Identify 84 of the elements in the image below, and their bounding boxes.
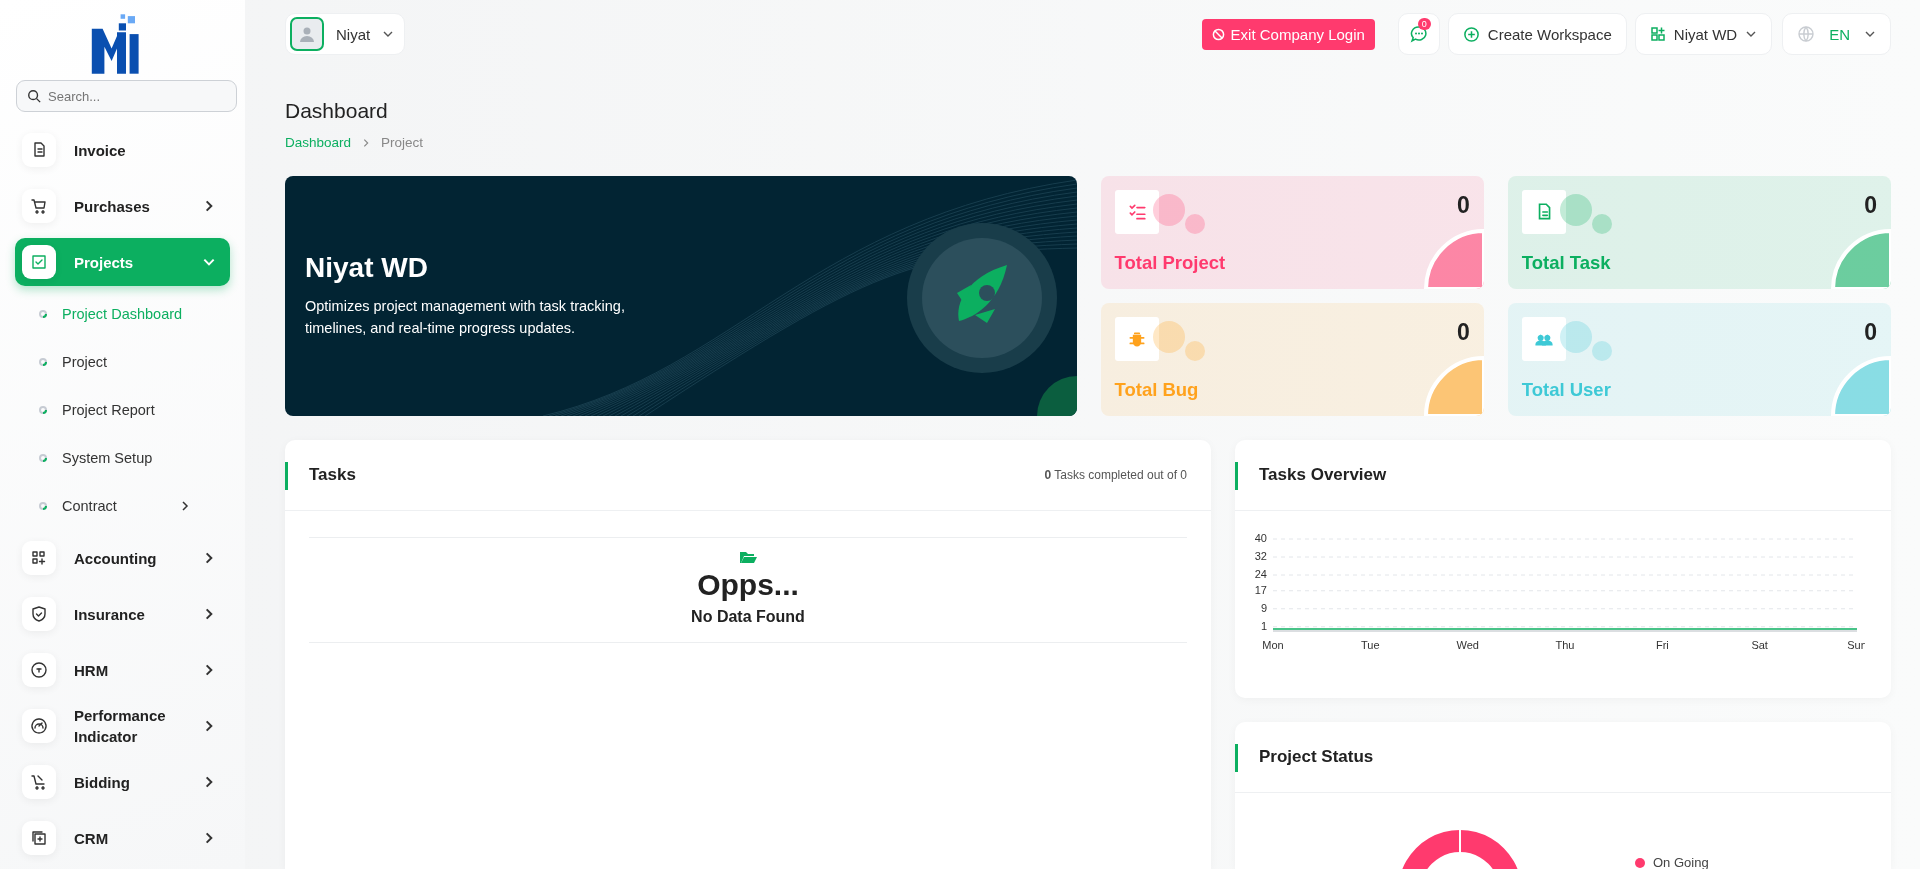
submenu-item[interactable]: System Setup: [0, 434, 245, 482]
stat-label: Total Task: [1521, 252, 1612, 274]
corner-shape: [1831, 356, 1891, 416]
stat-value: 0: [1864, 319, 1877, 346]
menu-item[interactable]: HRM: [15, 646, 230, 694]
count-badge: 0: [1417, 18, 1431, 30]
globe-icon: [1797, 25, 1816, 43]
axis-label: Thu: [1555, 639, 1575, 651]
stat-icon: [1521, 190, 1566, 234]
menu-item[interactable]: Insurance: [15, 590, 230, 638]
menu-icon: [22, 597, 56, 631]
menu-icon: [22, 245, 56, 279]
banner-description: Optimizes project management with task tracking, timelines, and real-time progress updates.: [305, 297, 626, 338]
axis-label: Sat: [1751, 639, 1768, 651]
empty-message: No Data Found: [691, 608, 805, 626]
stat-value: 0: [1864, 192, 1877, 219]
page-title: Dashboard: [285, 99, 389, 123]
stat-icon: [1521, 317, 1566, 361]
bullet-icon: [39, 358, 47, 366]
ban-icon: [1211, 27, 1225, 41]
card-title: Project Status: [1259, 747, 1374, 767]
bullet-icon: [39, 310, 47, 318]
stat-icon: [1114, 317, 1159, 361]
menu-icon: [22, 709, 56, 743]
bullet-icon: [39, 406, 47, 414]
stat-icon: [1114, 190, 1159, 234]
workspace-dropdown[interactable]: Niyat WD: [1634, 13, 1773, 55]
menu-item[interactable]: Invoice: [15, 126, 230, 174]
submenu-item[interactable]: Project: [0, 338, 245, 386]
stat-value: 0: [1456, 192, 1470, 219]
card-title: Tasks Overview: [1259, 465, 1387, 485]
legend-label: On Going: [1653, 855, 1709, 869]
axis-label: Fri: [1655, 639, 1669, 651]
create-workspace-button[interactable]: Create Workspace: [1447, 13, 1627, 55]
stat-label: Total User: [1521, 379, 1612, 401]
chat-icon: [1409, 25, 1428, 43]
bubble-decoration-drawing: [1152, 321, 1205, 361]
axis-label: 17: [1254, 583, 1267, 596]
axis-label: 9: [1260, 601, 1267, 614]
bullet-icon: [39, 454, 47, 462]
empty-title: Opps...: [697, 568, 799, 602]
menu-item[interactable]: Accounting: [15, 534, 230, 582]
stat-value: 0: [1456, 319, 1470, 346]
rocket-icon: [906, 223, 1057, 373]
bubble-decoration-drawing: [1152, 194, 1205, 234]
user-menu[interactable]: Niyat: [285, 13, 406, 55]
corner-shape: [1423, 356, 1484, 416]
banner-title: Niyat WD: [305, 252, 429, 285]
corner-shape: [1831, 229, 1891, 289]
bubble-decoration-drawing: [1559, 321, 1612, 361]
folder-icon: [739, 550, 757, 564]
submenu-item[interactable]: Project Report: [0, 386, 245, 434]
search-icon: [27, 89, 41, 103]
menu-icon: [22, 765, 56, 799]
axis-label: 24: [1254, 568, 1267, 580]
menu-icon: [22, 541, 56, 575]
axis-label: 1: [1260, 619, 1267, 632]
menu-item[interactable]: Purchases: [15, 182, 230, 230]
stat-label: Total Bug: [1114, 379, 1200, 401]
corner-shape: [1036, 376, 1077, 416]
stat-label: Total Project: [1114, 252, 1227, 274]
bullet-icon: [39, 502, 47, 510]
corner-shape: [1423, 229, 1484, 289]
search-field[interactable]: Search...: [16, 80, 237, 112]
axis-label: 40: [1254, 532, 1267, 544]
card-title: Tasks: [309, 465, 356, 485]
axis-label: Tue: [1361, 639, 1380, 651]
tasks-summary: 0 Tasks completed out of 0: [1044, 468, 1187, 482]
menu-item[interactable]: Bidding: [15, 758, 230, 806]
axis-label: 32: [1254, 550, 1267, 562]
avatar-icon: [290, 17, 324, 51]
axis-label: Mon: [1262, 639, 1284, 651]
menu-icon: [22, 189, 56, 223]
menu-icon: [22, 653, 56, 687]
plus-circle-icon: [1462, 25, 1480, 43]
submenu-item[interactable]: Contract: [0, 482, 245, 530]
axis-label: Wed: [1456, 639, 1479, 651]
breadcrumb-current: Project: [381, 135, 424, 150]
menu-item[interactable]: Performance Indicator: [15, 702, 230, 750]
menu-icon: [22, 821, 56, 855]
apps-icon: [1649, 26, 1666, 42]
bubble-decoration-drawing: [1559, 194, 1612, 234]
menu-icon: [22, 133, 56, 167]
menu-item[interactable]: CRM: [15, 814, 230, 862]
